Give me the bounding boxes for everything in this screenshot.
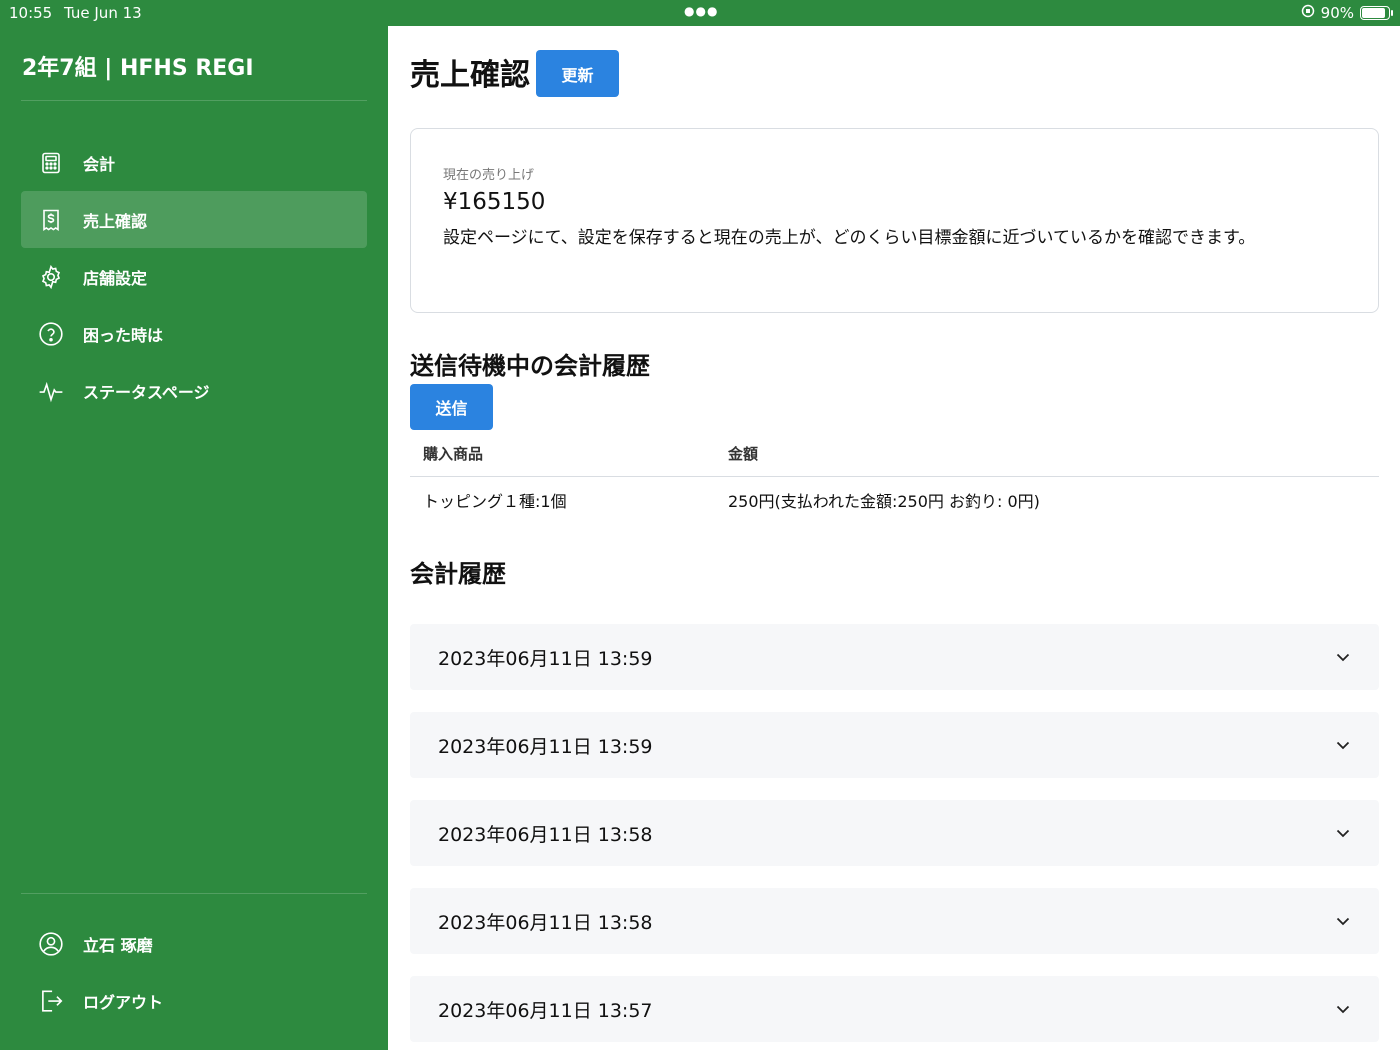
sidebar-item-label: 困った時は: [83, 325, 164, 345]
chevron-down-icon: [1335, 825, 1351, 841]
battery-icon: [1360, 6, 1393, 20]
sidebar-bottom: 立石 琢磨 ログアウト: [21, 915, 367, 1029]
pending-table: 購入商品 金額 トッピング１種:1個 250円(支払われた金額:250円 お釣り…: [410, 431, 1379, 523]
history-datetime: 2023年06月11日 13:58: [438, 823, 653, 846]
logout-label: ログアウト: [83, 992, 164, 1012]
gear-icon: [38, 264, 64, 290]
status-date: Tue Jun 13: [64, 4, 142, 22]
sidebar-item-label: 売上確認: [83, 211, 148, 231]
logout-button[interactable]: ログアウト: [21, 972, 367, 1029]
history-datetime: 2023年06月11日 13:59: [438, 647, 653, 670]
sidebar-item-help[interactable]: 困った時は: [21, 305, 367, 362]
sidebar-divider: [21, 893, 367, 894]
sidebar: 2年7組 | HFHS REGI 会計 売上確認 店舗設定 困った時は ステータ…: [0, 26, 388, 1050]
status-time: 10:55: [9, 4, 53, 22]
status-right: 90%: [1301, 4, 1393, 22]
history-datetime: 2023年06月11日 13:57: [438, 999, 653, 1022]
sidebar-item-sales[interactable]: 売上確認: [21, 191, 367, 248]
send-button[interactable]: 送信: [410, 384, 493, 430]
chevron-down-icon: [1335, 737, 1351, 753]
column-header-item: 購入商品: [423, 445, 484, 463]
history-accordion-item[interactable]: 2023年06月11日 13:57: [410, 976, 1379, 1042]
table-row: トッピング１種:1個 250円(支払われた金額:250円 お釣り: 0円): [410, 477, 1379, 523]
sales-label: 現在の売り上げ: [443, 168, 535, 183]
column-header-amount: 金額: [728, 445, 759, 463]
sales-description: 設定ページにて、設定を保存すると現在の売上が、どのくらい目標金額に近づいているか…: [443, 228, 1256, 248]
sidebar-item-label: ステータスページ: [83, 382, 210, 402]
refresh-button[interactable]: 更新: [536, 50, 619, 97]
sidebar-item-status-page[interactable]: ステータスページ: [21, 362, 367, 419]
sidebar-nav: 会計 売上確認 店舗設定 困った時は ステータスページ: [21, 134, 367, 419]
sales-summary-card: 現在の売り上げ ¥165150 設定ページにて、設定を保存すると現在の売上が、ど…: [410, 128, 1379, 313]
history-accordion-item[interactable]: 2023年06月11日 13:59: [410, 624, 1379, 690]
chevron-down-icon: [1335, 1001, 1351, 1017]
history-accordion-item[interactable]: 2023年06月11日 13:59: [410, 712, 1379, 778]
calculator-icon: [38, 150, 64, 176]
sidebar-item-label: 会計: [83, 154, 116, 174]
multitasking-dots-icon[interactable]: ●●●: [684, 4, 718, 18]
main-content: 売上確認 更新 現在の売り上げ ¥165150 設定ページにて、設定を保存すると…: [388, 26, 1400, 1050]
history-accordion-item[interactable]: 2023年06月11日 13:58: [410, 800, 1379, 866]
sidebar-divider: [21, 100, 367, 101]
brand-title: 2年7組 | HFHS REGI: [22, 56, 254, 81]
table-header: 購入商品 金額: [410, 431, 1379, 477]
user-circle-icon: [38, 931, 64, 957]
logout-icon: [38, 988, 64, 1014]
sidebar-item-label: 店舗設定: [83, 268, 148, 288]
history-datetime: 2023年06月11日 13:59: [438, 735, 653, 758]
battery-percent: 90%: [1320, 4, 1354, 22]
history-accordion-item[interactable]: 2023年06月11日 13:58: [410, 888, 1379, 954]
user-name: 立石 琢磨: [83, 935, 153, 955]
chevron-down-icon: [1335, 913, 1351, 929]
sales-value: ¥165150: [443, 189, 546, 215]
orientation-lock-icon: [1301, 4, 1315, 22]
sidebar-item-store-settings[interactable]: 店舗設定: [21, 248, 367, 305]
help-icon: [38, 321, 64, 347]
activity-icon: [38, 378, 64, 404]
history-datetime: 2023年06月11日 13:58: [438, 911, 653, 934]
row-item: トッピング１種:1個: [423, 492, 567, 511]
chevron-down-icon: [1335, 649, 1351, 665]
receipt-icon: [38, 207, 64, 233]
row-amount: 250円(支払われた金額:250円 お釣り: 0円): [728, 492, 1040, 511]
sidebar-item-checkout[interactable]: 会計: [21, 134, 367, 191]
history-list: 2023年06月11日 13:59 2023年06月11日 13:59 2023…: [410, 624, 1379, 1050]
pending-history-title: 送信待機中の会計履歴: [410, 352, 650, 380]
status-bar: 10:55 Tue Jun 13 ●●● 90%: [0, 0, 1400, 26]
user-profile[interactable]: 立石 琢磨: [21, 915, 367, 972]
page-title: 売上確認: [410, 58, 530, 93]
history-title: 会計履歴: [410, 560, 506, 588]
